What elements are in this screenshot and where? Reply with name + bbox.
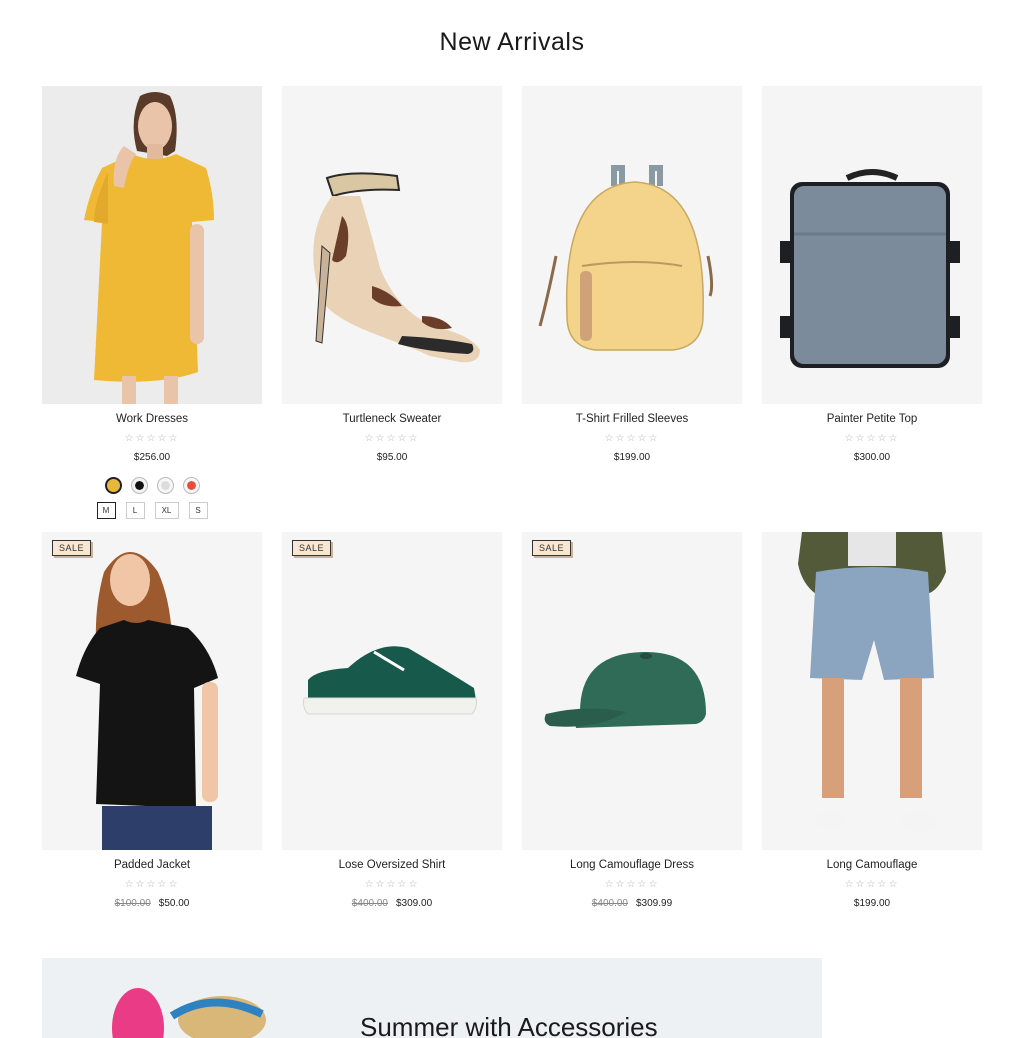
product-price: $400.00 $309.00 [282,898,502,909]
banner-title: Summer with Accessories [360,1012,658,1038]
product-image[interactable]: SALE [522,532,742,850]
old-price: $100.00 [114,898,151,909]
current-price: $50.00 [158,898,190,909]
product-card-work-dresses[interactable]: Work Dresses ☆☆☆☆☆ $256.00 M L XL S [42,86,262,519]
current-price: $309.00 [396,898,433,909]
product-price: $199.00 [522,452,742,463]
rating-stars: ☆☆☆☆☆ [604,879,660,890]
product-price: $400.00 $309.99 [522,898,742,909]
product-image[interactable] [282,86,502,404]
product-name[interactable]: Painter Petite Top [762,413,982,425]
size-option-xl[interactable]: XL [154,502,179,519]
product-card-t-shirt-frilled-sleeves[interactable]: T-Shirt Frilled Sleeves ☆☆☆☆☆ $199.00 [522,86,742,463]
sale-badge: SALE [52,540,92,556]
current-price: $300.00 [853,452,891,463]
size-option-m[interactable]: M [96,502,116,519]
rating-stars: ☆☆☆☆☆ [604,433,660,444]
product-image[interactable] [522,86,742,404]
product-image[interactable] [762,532,982,850]
current-price: $199.00 [613,452,651,463]
rating-stars: ☆☆☆☆☆ [364,879,420,890]
old-price: $400.00 [351,898,388,909]
product-name[interactable]: Work Dresses [42,413,262,425]
swatch-white[interactable] [156,477,174,494]
sale-badge: SALE [532,540,572,556]
current-price: $256.00 [133,452,171,463]
product-card-long-camouflage[interactable]: Long Camouflage ☆☆☆☆☆ $199.00 [762,532,982,909]
old-price: $400.00 [591,898,628,909]
current-price: $199.00 [853,898,891,909]
promo-banner[interactable]: Summer with Accessories [42,958,822,1038]
product-name[interactable]: Lose Oversized Shirt [282,859,502,871]
product-image[interactable]: SALE [42,532,262,850]
size-option-s[interactable]: S [188,502,208,519]
rating-stars: ☆☆☆☆☆ [364,433,420,444]
color-swatches [42,477,262,494]
swatch-yellow[interactable] [104,477,122,494]
swatch-black[interactable] [130,477,148,494]
product-price: $95.00 [282,452,502,463]
section-title: New Arrivals [439,28,585,56]
product-name[interactable]: Turtleneck Sweater [282,413,502,425]
product-price: $199.00 [762,898,982,909]
product-name[interactable]: Long Camouflage Dress [522,859,742,871]
size-option-l[interactable]: L [125,502,145,519]
product-card-painter-petite-top[interactable]: Painter Petite Top ☆☆☆☆☆ $300.00 [762,86,982,463]
swatch-red[interactable] [182,477,200,494]
current-price: $95.00 [376,452,408,463]
product-price: $256.00 [42,452,262,463]
accessories-image [112,988,266,1038]
product-image[interactable] [42,86,262,404]
product-name[interactable]: Long Camouflage [762,859,982,871]
product-card-lose-oversized-shirt[interactable]: SALE Lose Oversized Shirt ☆☆☆☆☆ $400.00 $… [282,532,502,909]
product-card-long-camouflage-dress[interactable]: SALE Long Camouflage Dress ☆☆☆☆☆ $400.00… [522,532,742,909]
product-image[interactable]: SALE [282,532,502,850]
product-price: $100.00 $50.00 [42,898,262,909]
product-image[interactable] [762,86,982,404]
product-name[interactable]: T-Shirt Frilled Sleeves [522,413,742,425]
rating-stars: ☆☆☆☆☆ [124,433,180,444]
size-options: M L XL S [42,502,262,519]
rating-stars: ☆☆☆☆☆ [124,879,180,890]
product-name[interactable]: Padded Jacket [42,859,262,871]
product-card-padded-jacket[interactable]: SALE Padded Jacket ☆☆☆☆☆ $100.00 $50.00 [42,532,262,909]
rating-stars: ☆☆☆☆☆ [844,879,900,890]
sale-badge: SALE [292,540,332,556]
rating-stars: ☆☆☆☆☆ [844,433,900,444]
current-price: $309.99 [636,898,673,909]
product-card-turtleneck-sweater[interactable]: Turtleneck Sweater ☆☆☆☆☆ $95.00 [282,86,502,463]
product-price: $300.00 [762,452,982,463]
